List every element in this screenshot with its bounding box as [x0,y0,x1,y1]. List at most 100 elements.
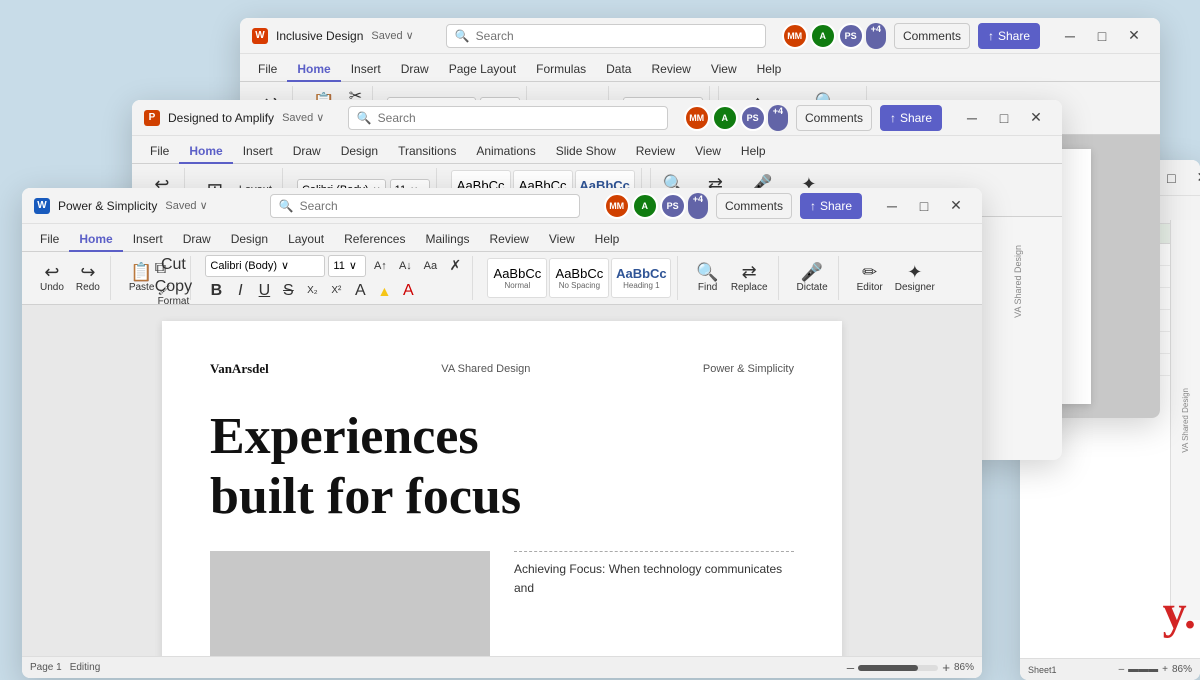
word-front-search-input[interactable] [300,199,570,213]
ppt-saved[interactable]: Saved ∨ [282,111,324,124]
ppt-tab-slideshow[interactable]: Slide Show [546,140,626,164]
word-front-zoom-slider[interactable] [858,665,938,671]
word-front-fontbg-btn[interactable]: A [397,280,419,302]
word-back-search-input[interactable] [476,29,756,43]
word-front-dictate-btn[interactable]: 🎤 Dictate [793,261,832,295]
word-back-tab-review[interactable]: Review [641,58,700,82]
ppt-tab-help[interactable]: Help [731,140,776,164]
ppt-tab-design[interactable]: Design [331,140,388,164]
word-front-replace-btn[interactable]: ⇄ Replace [727,261,772,295]
ppt-share-btn[interactable]: ↑ Share [880,105,942,131]
word-front-format-btn[interactable]: 🖌 Format Paint [162,290,184,304]
ppt-tab-transitions[interactable]: Transitions [388,140,466,164]
excel-zoom-plus[interactable]: + [1162,664,1168,675]
word-front-tab-help[interactable]: Help [585,228,630,252]
word-back-share-label: Share [998,29,1030,43]
ppt-maximize[interactable]: □ [990,107,1018,129]
word-front-designer-btn[interactable]: ✦ Designer [891,261,939,295]
word-front-font-selector[interactable]: Calibri (Body) ∨ [205,255,325,277]
word-back-search-box[interactable]: 🔍 [446,24,766,48]
word-back-tab-help[interactable]: Help [747,58,792,82]
word-front-style-normal[interactable]: AaBbCc Normal [487,258,547,298]
word-back-tab-view[interactable]: View [701,58,747,82]
word-front-find-btn[interactable]: 🔍 Find [692,261,722,295]
word-front-zoom-minus[interactable]: – [847,660,854,675]
word-front-tab-review[interactable]: Review [480,228,539,252]
word-back-tab-pagelayout[interactable]: Page Layout [439,58,526,82]
word-front-tab-mailings[interactable]: Mailings [415,228,479,252]
word-front-style-heading1[interactable]: AaBbCc Heading 1 [611,258,671,298]
word-front-search-box[interactable]: 🔍 [270,194,580,218]
ppt-search-box[interactable]: 🔍 [348,106,668,130]
word-front-editor-btn[interactable]: ✏ Editor [853,261,887,295]
word-front-italic-btn[interactable]: I [229,280,251,302]
ppt-title: Designed to Amplify [168,111,274,125]
word-front-tab-references[interactable]: References [334,228,415,252]
ppt-search-input[interactable] [378,111,658,125]
word-front-tab-design[interactable]: Design [221,228,278,252]
word-back-tab-data[interactable]: Data [596,58,641,82]
word-front-paste-btn[interactable]: 📋 Paste [125,261,159,295]
word-front-undo-btn[interactable]: ↩ Undo [36,261,68,295]
ppt-tab-file[interactable]: File [140,140,179,164]
word-front-tab-layout[interactable]: Layout [278,228,334,252]
ppt-tab-insert[interactable]: Insert [233,140,283,164]
word-front-tab-file[interactable]: File [30,228,69,252]
word-front-fontsize-dd-icon[interactable]: ∨ [349,259,357,272]
ppt-comments-btn[interactable]: Comments [796,105,872,131]
word-front-style-nospacing[interactable]: AaBbCc No Spacing [549,258,609,298]
word-front-superscript-btn[interactable]: X² [325,280,347,302]
word-front-tab-home[interactable]: Home [69,228,122,252]
word-front-fontcolor-btn[interactable]: A [349,280,371,302]
ppt-tab-draw[interactable]: Draw [283,140,331,164]
word-front-bold-btn[interactable]: B [205,280,227,302]
word-back-tab-formulas[interactable]: Formulas [526,58,596,82]
doc-headline-line2: built for focus [210,467,794,527]
ppt-tab-review[interactable]: Review [626,140,685,164]
word-back-comments-btn[interactable]: Comments [894,23,970,49]
share-icon: ↑ [988,29,994,43]
excel-close[interactable]: ✕ [1188,167,1200,189]
word-front-title-bar: W Power & Simplicity Saved ∨ 🔍 MM A PS +… [22,188,982,224]
word-back-share-btn[interactable]: ↑ Share [978,23,1040,49]
word-back-tab-file[interactable]: File [248,58,287,82]
word-front-clear-format-btn[interactable]: ✗ [444,255,466,277]
word-back-tab-draw[interactable]: Draw [391,58,439,82]
word-front-share-btn[interactable]: ↑ Share [800,193,862,219]
ppt-tab-view[interactable]: View [685,140,731,164]
excel-zoom-slider[interactable]: ▬▬▬ [1128,664,1158,675]
word-front-tab-draw[interactable]: Draw [173,228,221,252]
word-front-ribbon-content: ↩ Undo ↪ Redo 📋 Paste ✂ Cut ⧉ Copy 🖌 For… [22,252,982,304]
word-front-highlight-btn[interactable]: ▲ [373,280,395,302]
ppt-tab-home[interactable]: Home [179,140,232,164]
word-front-saved[interactable]: Saved ∨ [165,199,207,212]
word-front-strikethrough-btn[interactable]: S [277,280,299,302]
word-back-saved[interactable]: Saved ∨ [371,29,413,42]
word-back-tab-insert[interactable]: Insert [341,58,391,82]
word-back-maximize[interactable]: □ [1088,25,1116,47]
excel-maximize[interactable]: □ [1157,167,1185,189]
word-front-close[interactable]: ✕ [942,195,970,217]
word-front-comments-btn[interactable]: Comments [716,193,792,219]
word-front-subscript-btn[interactable]: X₂ [301,280,323,302]
word-back-close[interactable]: ✕ [1120,25,1148,47]
word-front-font-shrink-btn[interactable]: A↓ [394,255,416,277]
word-front-tab-view[interactable]: View [539,228,585,252]
word-front-maximize[interactable]: □ [910,195,938,217]
word-back-tab-home[interactable]: Home [287,58,340,82]
word-front-zoom-plus[interactable]: + [942,660,950,675]
ppt-close[interactable]: ✕ [1022,107,1050,129]
word-front-underline-btn[interactable]: U [253,280,275,302]
word-front-redo-btn[interactable]: ↪ Redo [72,261,104,295]
word-front-fontsize-selector[interactable]: 11 ∨ [328,255,366,277]
ppt-minimize[interactable]: ─ [958,107,986,129]
excel-brand-text: y. [1163,585,1196,640]
word-front-font-dd-icon[interactable]: ∨ [281,259,289,272]
ppt-tab-animations[interactable]: Animations [466,140,545,164]
word-front-case-btn[interactable]: Aa [419,255,441,277]
word-front-minimize[interactable]: ─ [878,195,906,217]
word-front-font-grow-btn[interactable]: A↑ [369,255,391,277]
word-back-minimize[interactable]: ─ [1056,25,1084,47]
excel-zoom-minus[interactable]: – [1119,664,1125,675]
word-front-tab-insert[interactable]: Insert [123,228,173,252]
